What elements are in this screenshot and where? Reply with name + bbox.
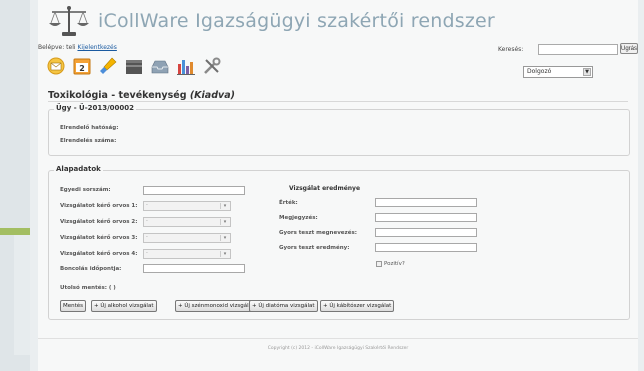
- orvos2-select[interactable]: - ▾: [143, 217, 231, 227]
- boncolas-idopontja-label: Boncolás időpontja:: [60, 266, 122, 272]
- logout-link[interactable]: Kijelentkezés: [77, 44, 116, 51]
- chevron-down-icon: ▾: [220, 219, 229, 225]
- orvos3-label: Vizsgálatot kérő orvos 3:: [60, 235, 138, 241]
- inbox-icon[interactable]: [150, 56, 170, 76]
- orvos3-select[interactable]: - ▾: [143, 233, 231, 243]
- ertek-label: Érték:: [279, 200, 298, 206]
- role-select-value: Dolgozó: [527, 68, 552, 75]
- search-input[interactable]: [538, 44, 618, 55]
- chevron-down-icon: ▾: [220, 203, 229, 209]
- case-legend: Ügy - Ü-2013/00002: [54, 104, 137, 112]
- orvos4-label: Vizsgálatot kérő orvos 4:: [60, 251, 138, 257]
- elrendeles-szama-label: Elrendelés száma:: [60, 138, 117, 144]
- page-status: (Kiadva): [189, 90, 235, 101]
- gyors-teszt-megnevezes-input[interactable]: [375, 228, 477, 237]
- case-fieldset: [48, 109, 630, 156]
- orvos3-select-value: -: [146, 234, 148, 240]
- eredmeny-heading: Vizsgálat eredménye: [289, 185, 361, 192]
- page-container: iCollWare Igazságügyi szakértői rendszer…: [38, 0, 638, 371]
- search-label: Keresés:: [498, 46, 524, 53]
- login-status: Belépve: teli Kijelentkezés: [38, 44, 117, 51]
- alapadatok-legend: Alapadatok: [54, 165, 103, 173]
- orvos2-label: Vizsgálatot kérő orvos 2:: [60, 219, 138, 225]
- app-title: iCollWare Igazságügyi szakértői rendszer: [98, 10, 495, 32]
- gyors-teszt-eredmeny-input[interactable]: [375, 243, 477, 252]
- chevron-down-icon: ▼: [583, 68, 591, 76]
- calendar-number: 2: [79, 64, 85, 73]
- title-divider: [48, 101, 628, 102]
- left-green-stripe: [0, 228, 30, 235]
- last-save-label: Utolsó mentés: ( ): [60, 285, 116, 291]
- chevron-down-icon: ▾: [220, 251, 229, 257]
- megjegyzes-label: Megjegyzés:: [279, 215, 318, 221]
- current-user: teli: [66, 44, 76, 51]
- orvos1-select[interactable]: - ▾: [143, 201, 231, 211]
- save-button[interactable]: Mentés: [60, 300, 87, 312]
- chevron-down-icon: ▾: [220, 235, 229, 241]
- mail-icon[interactable]: [46, 56, 66, 76]
- folder-icon[interactable]: [124, 56, 144, 76]
- header: iCollWare Igazságügyi szakértői rendszer: [38, 0, 638, 44]
- new-alkohol-test-button[interactable]: + Új alkohol vizsgálat: [91, 300, 157, 312]
- role-select[interactable]: Dolgozó ▼: [523, 66, 593, 78]
- orvos1-label: Vizsgálatot kérő orvos 1:: [60, 203, 138, 209]
- calendar-icon[interactable]: 2: [72, 56, 92, 76]
- left-pale-panel: [14, 235, 30, 355]
- egyedi-sorszam-input[interactable]: [143, 186, 245, 195]
- pozitiv-label: Pozitív?: [384, 261, 405, 267]
- left-decoration: [0, 0, 30, 371]
- gyors-teszt-eredmeny-label: Gyors teszt eredmény:: [279, 245, 350, 251]
- copyright-text: Copyright (c) 2012 - iCollWare Igazságüg…: [267, 346, 409, 351]
- ertek-input[interactable]: [375, 198, 477, 207]
- pozitiv-checkbox[interactable]: [376, 261, 382, 267]
- page-title: Toxikológia - tevékenység (Kiadva): [48, 90, 235, 101]
- brush-icon[interactable]: [98, 56, 118, 76]
- orvos4-select[interactable]: - ▾: [143, 249, 231, 259]
- egyedi-sorszam-label: Egyedi sorszám:: [60, 187, 111, 193]
- new-szenmonoxid-test-button[interactable]: + Új szénmonoxid vizsgálat: [175, 300, 258, 312]
- boncolas-idopontja-input[interactable]: [143, 264, 245, 273]
- new-diatoma-test-button[interactable]: + Új diatóma vizsgálat: [249, 300, 318, 312]
- orvos4-select-value: -: [146, 250, 148, 256]
- bar-chart-icon[interactable]: [176, 56, 196, 76]
- megjegyzes-input[interactable]: [375, 213, 477, 222]
- login-prefix: Belépve:: [38, 44, 67, 51]
- page-title-text: Toxikológia - tevékenység: [48, 90, 190, 101]
- new-kabitoszer-test-button[interactable]: + Új kábítószer vizsgálat: [320, 300, 395, 312]
- tools-icon[interactable]: [202, 56, 222, 76]
- footer: Copyright (c) 2012 - iCollWare Igazságüg…: [38, 338, 638, 359]
- elrendelo-hatosag-label: Elrendelő hatóság:: [60, 125, 119, 131]
- search-go-button[interactable]: Ugrás: [620, 43, 638, 54]
- gyors-teszt-megnevezes-label: Gyors teszt megnevezés:: [279, 230, 357, 236]
- scales-logo-icon: [49, 6, 89, 36]
- orvos1-select-value: -: [146, 202, 148, 208]
- orvos2-select-value: -: [146, 218, 148, 224]
